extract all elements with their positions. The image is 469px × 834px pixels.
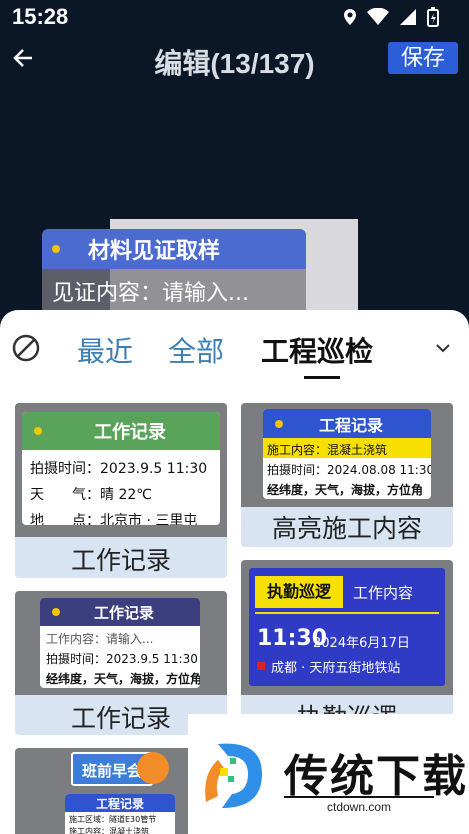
template-header: 工作记录 (22, 412, 220, 450)
template-row: 拍摄时间：2023.9.5 11:30 (30, 461, 208, 477)
watermark-header: 材料见证取样 (42, 229, 306, 269)
chevron-down-icon[interactable] (434, 340, 452, 354)
template-header-text: 工作记录 (94, 422, 166, 443)
template-preview: 工程记录 施工内容：混凝土浇筑 拍摄时间：2024.08.08 11:30 经纬… (263, 409, 431, 499)
template-header-text: 工作记录 (94, 603, 155, 622)
template-preview: 执勤巡逻 工作内容 11:30 2024年6月17日 成都 · 天府五街地铁站 (249, 568, 445, 686)
template-tag: 执勤巡逻 (255, 576, 343, 608)
brand-url: ctdown.com (284, 796, 434, 814)
watermark-field: 见证内容：请输入... (42, 269, 306, 311)
divider (255, 612, 439, 614)
template-card-patrol[interactable]: 执勤巡逻 工作内容 11:30 2024年6月17日 成都 · 天府五街地铁站 … (241, 560, 453, 720)
template-row: 经纬度，天气，海拔，方位角 (267, 483, 424, 497)
template-row: 天 气：晴 22℃ (30, 487, 152, 503)
template-card-work-record[interactable]: 工作记录 拍摄时间：2023.9.5 11:30 天 气：晴 22℃ 地 点：北… (15, 403, 227, 578)
template-card-highlight[interactable]: 工程记录 施工内容：混凝土浇筑 拍摄时间：2024.08.08 11:30 经纬… (241, 403, 453, 547)
wifi-icon (367, 7, 389, 30)
template-thumbnail: 工作记录 工作内容：请输入... 拍摄时间：2023.9.5 11:30 经纬度… (15, 591, 227, 695)
template-header: 工作记录 (40, 598, 200, 626)
template-row: 施工区域：隧道E30管节 (69, 815, 157, 824)
brand-logo-icon (198, 734, 270, 814)
template-label: 工作记录 (70, 546, 171, 575)
template-header-text: 工程记录 (319, 415, 384, 435)
tab-all[interactable]: 全部 (168, 330, 224, 370)
signal-icon (399, 8, 417, 30)
status-time: 15:28 (12, 4, 69, 29)
template-row: 工作内容：请输入... (46, 632, 154, 646)
template-thumbnail: 执勤巡逻 工作内容 11:30 2024年6月17日 成都 · 天府五街地铁站 (241, 560, 453, 695)
worker-avatar-icon (137, 752, 169, 784)
template-thumbnail: 工作记录 拍摄时间：2023.9.5 11:30 天 气：晴 22℃ 地 点：北… (15, 403, 227, 537)
template-row: 拍摄时间：2023.9.5 11:30 (46, 652, 198, 666)
no-watermark-icon[interactable] (12, 334, 40, 362)
template-thumbnail: 工程记录 施工内容：混凝土浇筑 拍摄时间：2024.08.08 11:30 经纬… (241, 403, 453, 507)
tab-inspection[interactable]: 工程巡检 (261, 330, 373, 370)
template-place: 成都 · 天府五街地铁站 (271, 661, 401, 676)
watermark-title: 材料见证取样 (88, 239, 221, 264)
location-marker-icon (257, 662, 265, 670)
template-tabs: 最近 全部 工程巡检 (0, 310, 469, 380)
dot-icon (275, 419, 283, 428)
template-label: 高亮施工内容 (271, 514, 422, 543)
top-bar: 编辑(13/137) 保存 (0, 34, 469, 86)
template-date: 2024年6月17日 (313, 636, 410, 651)
dot-icon (52, 245, 60, 253)
battery-icon (427, 7, 439, 31)
save-button[interactable]: 保存 (388, 42, 458, 74)
dot-icon (34, 427, 42, 435)
brand-name: 传统下载 (284, 751, 468, 802)
watermark-preview[interactable]: 材料见证取样 见证内容：请输入... (42, 229, 306, 319)
template-highlight: 施工内容：混凝土浇筑 (263, 438, 431, 458)
status-bar: 15:28 (0, 0, 469, 34)
template-header: 工程记录 (263, 409, 431, 438)
template-row: 施工内容：混凝土浇筑 (69, 827, 149, 834)
template-preview: 工程记录 施工区域：隧道E30管节 施工内容：混凝土浇筑 (65, 794, 175, 834)
photo-preview[interactable]: 材料见证取样 见证内容：请输入... (0, 86, 469, 329)
template-preview: 工作记录 工作内容：请输入... 拍摄时间：2023.9.5 11:30 经纬度… (40, 598, 200, 688)
template-row: 经纬度，天气，海拔，方位角 (46, 672, 200, 686)
location-icon (343, 8, 357, 30)
template-row: 拍摄时间：2024.08.08 11:30 (267, 463, 431, 477)
dot-icon (52, 608, 60, 616)
template-row: 地 点：北京市 · 三里屯 (30, 513, 198, 525)
template-preview: 工作记录 拍摄时间：2023.9.5 11:30 天 气：晴 22℃ 地 点：北… (22, 412, 220, 525)
template-content: 工作内容 (353, 584, 414, 602)
site-watermark: 传统下载 ctdown.com (188, 714, 469, 834)
status-icons (343, 7, 439, 31)
tab-underline (304, 376, 340, 379)
template-header: 工程记录 (65, 794, 175, 812)
tab-recent[interactable]: 最近 (77, 330, 133, 370)
